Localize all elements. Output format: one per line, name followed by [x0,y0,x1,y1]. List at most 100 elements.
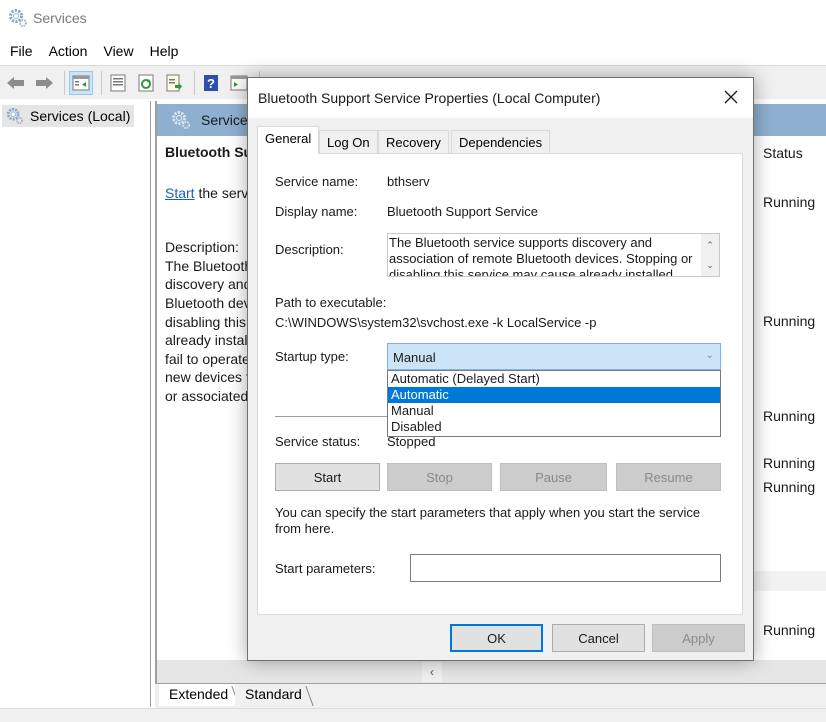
extended-description-line: disabling this service may cause [165,313,255,330]
path-label: Path to executable: [275,295,387,310]
service-name-label: Service name: [275,174,359,189]
service-status-label: Service status: [275,434,361,449]
menu-action[interactable]: Action [43,43,94,59]
arrow-left-icon [7,76,24,89]
refresh-button[interactable] [134,71,158,95]
status-cell: Running [763,479,816,495]
menu-help[interactable]: Help [144,43,185,59]
console-tree: Services (Local) [0,101,151,707]
extended-description-line: already installed Bluetooth devices to [165,332,255,349]
apply-button[interactable]: Apply [652,624,745,652]
service-name-value: bthserv [387,174,430,189]
view-tabs: Extended Standard [155,684,826,708]
svg-text:?: ? [207,76,215,91]
tree-item-services-local[interactable]: Services (Local) [2,105,135,127]
toolbar-separator [101,70,102,95]
cancel-button[interactable]: Cancel [552,624,645,652]
start-service-line: Start the service [165,184,255,203]
path-value: C:\WINDOWS\system32\svchost.exe -k Local… [275,315,597,330]
service-properties-dialog: Bluetooth Support Service Properties (Lo… [247,77,754,661]
start-service-link[interactable]: Start [165,185,195,201]
extended-description-line: Bluetooth devices. Stopping or [165,294,255,311]
scroll-up-icon[interactable]: ⌃ [701,238,719,252]
display-name-value: Bluetooth Support Service [387,204,539,219]
properties-icon [110,74,126,91]
help-icon: ? [204,74,218,91]
status-cell: Running [763,408,816,424]
selected-service-title: Bluetooth Support Service [165,144,255,160]
toolbar-separator [64,70,65,95]
gear-icon [6,107,24,125]
tab-extended[interactable]: Extended [159,684,239,706]
status-cell: Running [763,455,816,471]
close-icon [724,90,738,104]
stop-button[interactable]: Stop [387,463,492,491]
startup-type-select[interactable]: Manual ⌄ [387,343,721,370]
start-service-suffix: the service [198,184,255,201]
general-tab-page: Service name: bthserv Display name: Blue… [257,153,743,615]
menu-file[interactable]: File [4,43,39,59]
startup-type-label: Startup type: [275,349,349,364]
extended-description-line: discovery and association of remote [165,276,255,293]
help-button[interactable]: ? [199,71,223,95]
start-parameters-input[interactable] [410,554,721,582]
option-manual[interactable]: Manual [388,403,720,419]
window-titlebar: Services [0,0,826,36]
scroll-left-icon[interactable]: ‹ [422,662,442,682]
back-button[interactable] [4,71,28,95]
action-pane-icon [230,75,248,90]
scroll-down-icon[interactable]: ⌄ [701,258,719,272]
status-cell: Running [763,313,816,329]
description-textbox[interactable]: The Bluetooth service supports discovery… [387,233,720,277]
start-parameters-label: Start parameters: [275,561,376,576]
option-disabled[interactable]: Disabled [388,419,720,435]
dialog-title: Bluetooth Support Service Properties (Lo… [258,90,601,106]
display-name-label: Display name: [275,204,358,219]
extended-description-panel: Bluetooth Support Service Start the serv… [165,141,255,406]
close-button[interactable] [721,87,741,107]
status-bar [0,708,826,722]
chevron-down-icon: ⌄ [705,350,714,361]
status-cell: Running [763,194,816,210]
status-cell: Running [763,622,816,638]
option-automatic[interactable]: Automatic [388,387,720,403]
refresh-icon [138,74,154,91]
pause-button[interactable]: Pause [500,463,607,491]
tab-standard[interactable]: Standard [235,684,312,706]
forward-button[interactable] [32,71,56,95]
option-automatic-delayed[interactable]: Automatic (Delayed Start) [388,371,720,387]
list-row-band [747,571,826,591]
arrow-right-icon [36,76,53,89]
extended-description-line: new devices from being discovered [165,369,255,386]
horizontal-scrollbar[interactable]: ‹ [157,660,826,684]
start-button[interactable]: Start [275,463,380,491]
startup-type-value: Manual [393,350,436,365]
description-text: The Bluetooth service supports discovery… [389,235,693,277]
menu-view[interactable]: View [97,43,139,59]
tab-recovery[interactable]: Recovery [378,130,449,154]
ok-button[interactable]: OK [450,624,543,652]
tab-log-on[interactable]: Log On [319,130,378,154]
extended-description-line: or associated. [165,387,253,404]
export-list-button[interactable] [162,71,186,95]
console-tree-button[interactable] [69,70,93,95]
startup-type-dropdown: Automatic (Delayed Start) Automatic Manu… [387,370,721,437]
console-tree-icon [72,75,90,90]
tab-dependencies[interactable]: Dependencies [451,130,551,154]
description-scrollbar[interactable]: ⌃ ⌄ [701,234,719,276]
description-label: Description: [275,242,344,257]
tree-item-label: Services (Local) [30,108,131,124]
start-parameters-note: You can specify the start parameters tha… [275,505,701,536]
status-column-header[interactable]: Status [763,145,803,161]
export-icon [166,74,182,91]
menu-bar: File Action View Help [0,40,188,62]
extended-description-line: fail to operate properly and prevent [165,350,255,367]
gear-icon [8,8,28,28]
extended-description-line: The Bluetooth service supports [165,257,255,274]
resume-button[interactable]: Resume [616,463,721,491]
dialog-titlebar: Bluetooth Support Service Properties (Lo… [248,78,753,118]
properties-button[interactable] [106,71,130,95]
tab-general[interactable]: General [257,126,320,154]
gear-icon [171,110,191,130]
divider [275,416,395,417]
